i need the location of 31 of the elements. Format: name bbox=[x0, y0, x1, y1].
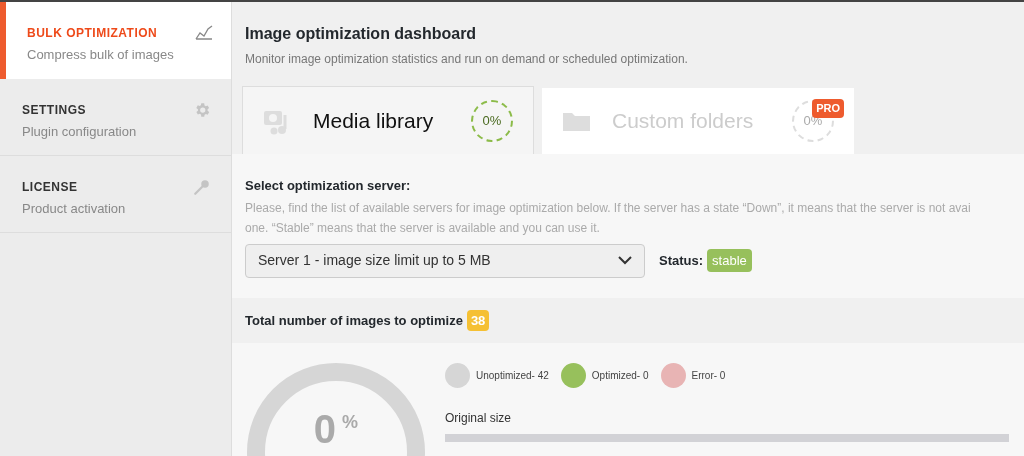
sidebar-item[interactable]: LICENSE Product activation bbox=[0, 156, 231, 233]
percent-sign: % bbox=[342, 411, 359, 434]
legend-label: Optimized- 0 bbox=[591, 369, 649, 383]
sidebar-item[interactable]: BULK OPTIMIZATION Compress bulk of images bbox=[0, 2, 231, 79]
tab[interactable]: Media library 0% bbox=[242, 86, 534, 154]
sidebar-item[interactable]: SETTINGS Plugin configuration bbox=[0, 79, 231, 156]
sidebar-item-title: LICENSE bbox=[22, 179, 79, 196]
server-select-value: Server 1 - image size limit up to 5 MB bbox=[258, 251, 491, 270]
chart-icon bbox=[195, 24, 213, 40]
chevron-down-icon bbox=[618, 256, 632, 265]
pro-badge: PRO bbox=[812, 99, 844, 118]
sidebar-item-title: SETTINGS bbox=[22, 102, 87, 119]
key-icon bbox=[193, 178, 211, 196]
status-badge: stable bbox=[707, 248, 752, 273]
original-size-label: Original size bbox=[445, 410, 513, 427]
section-heading: Select optimization server: bbox=[245, 177, 412, 195]
legend-label: Unoptimized- 42 bbox=[476, 369, 549, 383]
sidebar-item-title: BULK OPTIMIZATION bbox=[27, 25, 159, 42]
legend-label: Error- 0 bbox=[691, 369, 726, 383]
status-label: Status: bbox=[659, 251, 704, 270]
page-subtitle: Monitor image optimization statistics and run on demand or scheduled optimization. bbox=[245, 51, 689, 68]
sidebar-item-subtitle: Plugin configuration bbox=[22, 123, 137, 141]
page-title: Image optimization dashboard bbox=[245, 24, 478, 44]
sidebar-item-subtitle: Product activation bbox=[22, 200, 126, 218]
percent-value: 0 bbox=[313, 409, 337, 449]
server-select[interactable]: Server 1 - image size limit up to 5 MB bbox=[245, 243, 645, 278]
description-text: Please, find the list of available servers for image optimization below. If the server has a state “Down”, it means that the server is not avai bbox=[245, 199, 972, 217]
total-images-label: Total number of images to optimize bbox=[245, 311, 463, 330]
count-badge: 38 bbox=[466, 309, 490, 331]
sidebar-item-subtitle: Compress bulk of images bbox=[27, 46, 174, 64]
description-text: one. “Stable” means that the server is available and you can use it. bbox=[245, 219, 601, 237]
